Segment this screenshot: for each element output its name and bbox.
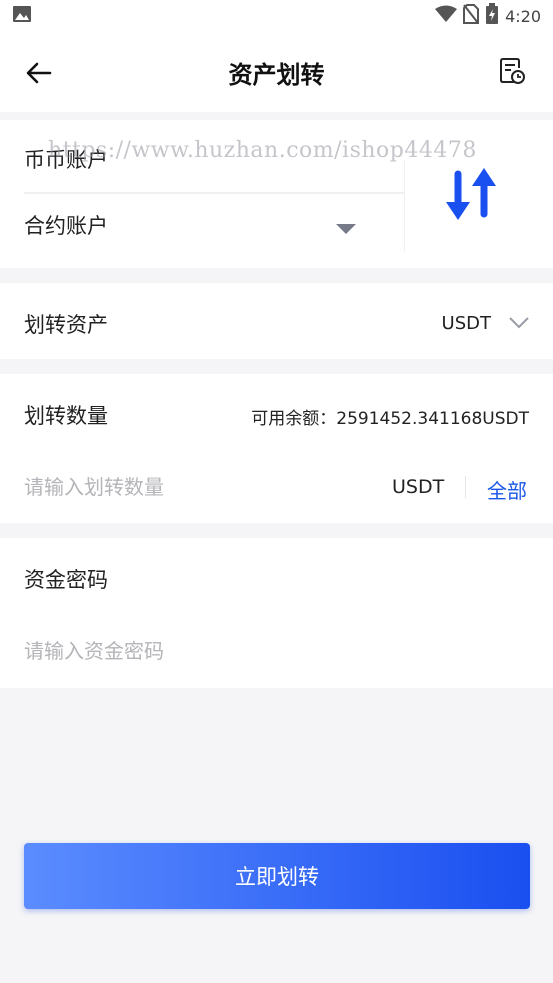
arrow-left-icon[interactable] (22, 56, 56, 90)
account-vertical-divider (404, 160, 405, 252)
nav-bar: 资产划转 (0, 32, 553, 112)
caret-down-icon[interactable] (336, 220, 356, 234)
amount-input[interactable] (24, 470, 364, 504)
wifi-icon (435, 5, 458, 27)
no-sim-icon (463, 4, 480, 28)
swap-arrows-icon[interactable] (444, 166, 498, 222)
submit-transfer-button[interactable]: 立即划转 (24, 843, 530, 909)
asset-selector-row[interactable]: 划转资产 USDT (0, 283, 553, 359)
password-card: 资金密码 (0, 538, 553, 688)
status-time: 4:20 (505, 6, 541, 26)
to-account[interactable]: 合约账户 (24, 210, 108, 240)
amount-label: 划转数量 (24, 404, 108, 428)
available-balance: 可用余额：2591452.341168USDT (251, 409, 529, 429)
account-divider (24, 192, 404, 194)
record-clock-icon[interactable] (497, 56, 527, 86)
chevron-down-icon[interactable] (509, 315, 529, 329)
amount-unit: USDT (392, 476, 445, 498)
image-icon (12, 5, 32, 27)
password-label: 资金密码 (24, 568, 108, 592)
asset-label: 划转资产 (24, 313, 108, 337)
page-title: 资产划转 (228, 60, 325, 89)
amount-card: 划转数量 可用余额：2591452.341168USDT USDT 全部 (0, 374, 553, 523)
battery-icon (485, 3, 499, 29)
status-bar: 4:20 (0, 0, 553, 32)
watermark-text: https://www.huzhan.com/ishop44478 (48, 138, 477, 163)
all-amount-button[interactable]: 全部 (487, 475, 527, 504)
amount-separator (465, 476, 466, 498)
password-input[interactable] (24, 634, 524, 668)
asset-value[interactable]: USDT (442, 313, 491, 334)
